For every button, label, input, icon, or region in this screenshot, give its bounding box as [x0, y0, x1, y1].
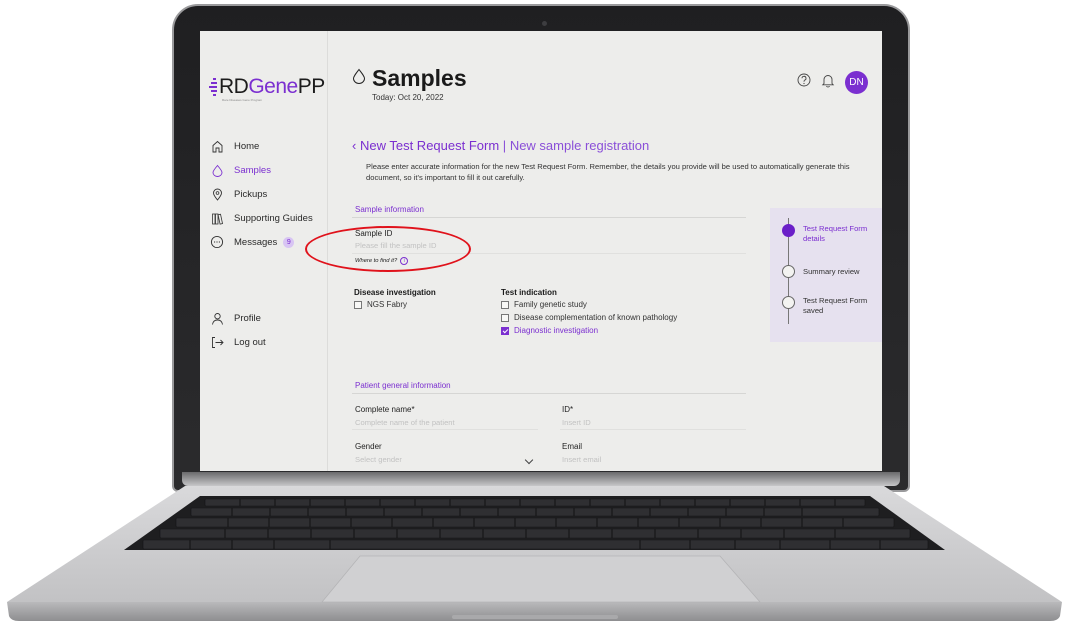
- bell-icon[interactable]: [821, 73, 835, 93]
- checkbox-box: [501, 300, 509, 309]
- messages-count-badge: 9: [283, 236, 295, 248]
- breadcrumb-main[interactable]: New Test Request Form: [360, 138, 499, 153]
- sidebar-item-label: Profile: [234, 312, 261, 324]
- red-circle-annotation: [305, 226, 471, 272]
- app-screen: RDGenePP Rare Diseases Gene Program Home…: [200, 31, 882, 471]
- section-title-sample: Sample information: [355, 205, 424, 214]
- sidebar-item-supporting-guides[interactable]: Supporting Guides: [210, 206, 313, 230]
- user-icon: [210, 311, 224, 325]
- form-intro-text: Please enter accurate information for th…: [366, 162, 850, 182]
- checkbox-ngs-fabry[interactable]: NGS Fabry: [354, 300, 407, 309]
- drop-icon: [352, 68, 366, 89]
- sidebar-item-home[interactable]: Home: [210, 134, 313, 158]
- sidebar-item-samples[interactable]: Samples: [210, 158, 313, 182]
- sidebar-item-logout[interactable]: Log out: [210, 330, 266, 354]
- checkbox-box-checked: [501, 326, 509, 335]
- field-underline: [352, 429, 538, 430]
- step-dot: [782, 265, 795, 278]
- field-underline: [560, 429, 746, 430]
- sidebar-account-nav: Profile Log out: [210, 306, 266, 354]
- header-actions: DN: [797, 71, 868, 94]
- logout-icon: [210, 335, 224, 349]
- sidebar-item-profile[interactable]: Profile: [210, 306, 266, 330]
- breadcrumb-current: New sample registration: [509, 138, 650, 153]
- sidebar-item-label: Samples: [234, 164, 271, 176]
- section-divider: [352, 393, 746, 394]
- progress-stepper: Test Request Form details Summary review…: [770, 208, 882, 342]
- sidebar-item-messages[interactable]: Messages 9: [210, 230, 313, 254]
- sidebar-item-label: Log out: [234, 336, 266, 348]
- complete-name-input[interactable]: Complete name of the patient: [355, 418, 455, 427]
- back-chevron-icon[interactable]: ‹: [352, 138, 356, 153]
- help-icon[interactable]: [797, 73, 811, 92]
- checkbox-diagnostic-investigation[interactable]: Diagnostic investigation: [501, 326, 598, 335]
- section-title-patient: Patient general information: [355, 381, 451, 390]
- dna-logo-icon: [208, 74, 218, 100]
- laptop-base: [7, 486, 1062, 621]
- sidebar-nav: Home Samples Pickups Supporting Guides M…: [210, 134, 313, 254]
- step-summary-review: Summary review: [782, 265, 873, 278]
- test-indication-title: Test indication: [501, 288, 557, 297]
- sidebar-item-pickups[interactable]: Pickups: [210, 182, 313, 206]
- gender-select[interactable]: Select gender: [355, 455, 402, 464]
- complete-name-label: Complete name*: [355, 405, 415, 414]
- page-header: Samples: [352, 65, 467, 92]
- checkbox-disease-complementation[interactable]: Disease complementation of known patholo…: [501, 313, 677, 322]
- home-icon: [210, 139, 224, 153]
- id-input[interactable]: Insert ID: [562, 418, 591, 427]
- logo-tagline: Rare Diseases Gene Program: [222, 98, 263, 102]
- chevron-down-icon[interactable]: [524, 455, 534, 465]
- books-icon: [210, 211, 224, 225]
- sidebar-item-label: Messages: [234, 236, 278, 248]
- location-pin-icon: [210, 187, 224, 201]
- breadcrumb: ‹ New Test Request Form | New sample reg…: [352, 138, 649, 153]
- step-tr-saved: Test Request Form saved: [782, 296, 873, 316]
- logo-text: RDGenePP: [219, 75, 325, 98]
- page-date: Today: Oct 20, 2022: [372, 93, 444, 102]
- checkbox-family-genetic-study[interactable]: Family genetic study: [501, 300, 587, 309]
- gender-label: Gender: [355, 442, 382, 451]
- step-dot-active: [782, 224, 795, 237]
- sidebar-item-label: Supporting Guides: [234, 212, 313, 224]
- id-label: ID*: [562, 405, 574, 414]
- avatar[interactable]: DN: [845, 71, 868, 94]
- checkbox-box: [354, 300, 362, 309]
- email-label: Email: [562, 442, 583, 451]
- email-input[interactable]: Insert email: [562, 455, 601, 464]
- breadcrumb-separator: |: [502, 138, 507, 153]
- sidebar-item-label: Home: [234, 140, 260, 152]
- checkbox-box: [501, 313, 509, 322]
- step-tr-details: Test Request Form details: [782, 224, 873, 244]
- webcam: [542, 21, 547, 26]
- chat-icon: [210, 235, 224, 249]
- app-logo[interactable]: RDGenePP: [208, 74, 325, 100]
- page-title: Samples: [372, 65, 467, 91]
- disease-investigation-title: Disease investigation: [354, 288, 436, 297]
- step-dot: [782, 296, 795, 309]
- section-divider: [352, 217, 746, 218]
- sidebar-item-label: Pickups: [234, 188, 268, 200]
- drop-icon: [210, 163, 224, 177]
